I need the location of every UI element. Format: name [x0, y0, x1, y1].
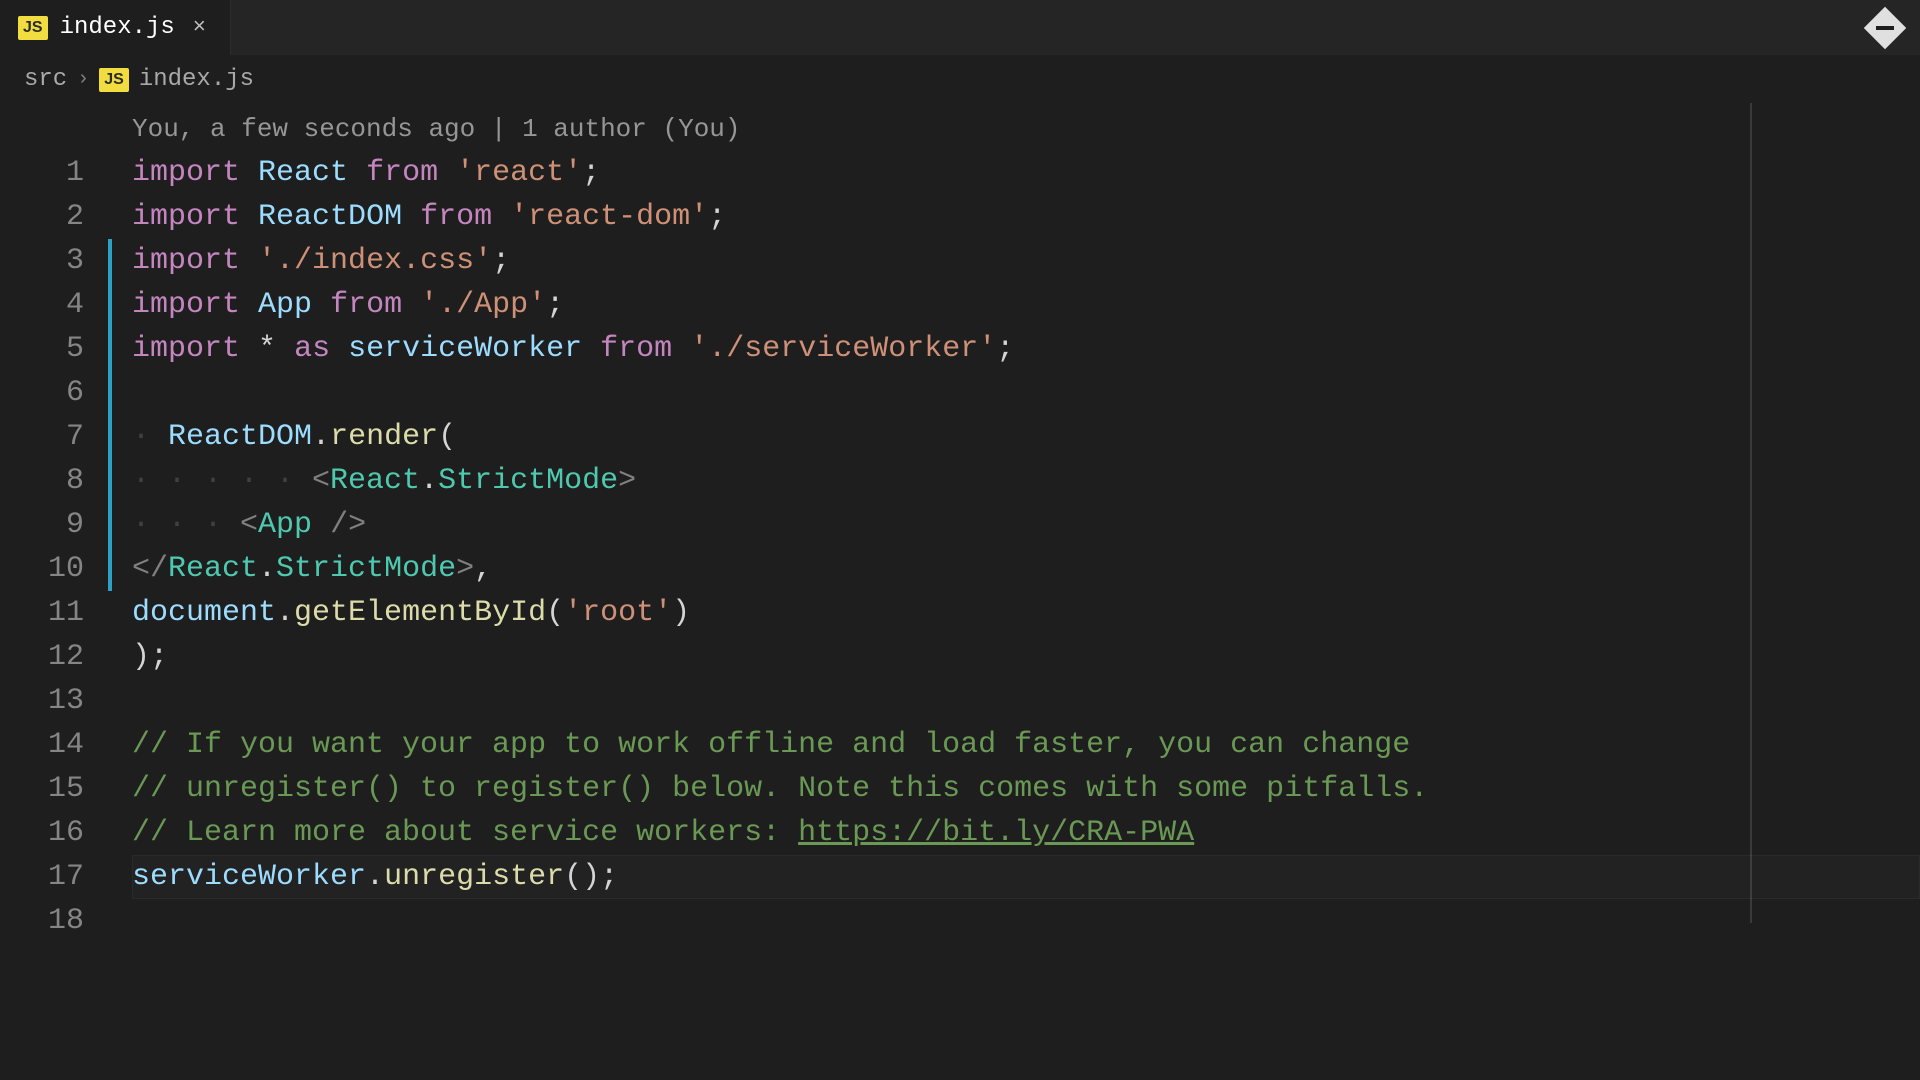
js-icon: JS [18, 16, 48, 40]
source-control-icon[interactable] [1864, 6, 1906, 48]
code-line: </React.StrictMode>, [132, 547, 1920, 591]
js-icon: JS [99, 68, 129, 92]
tab-filename: index.js [60, 14, 175, 41]
code-line [132, 679, 1920, 723]
breadcrumb-file[interactable]: index.js [139, 66, 254, 93]
code-line [132, 899, 1920, 943]
breadcrumb[interactable]: src › JS index.js [0, 56, 1920, 103]
git-codelens[interactable]: You, a few seconds ago | 1 author (You) [132, 107, 1920, 151]
chevron-right-icon: › [77, 68, 89, 91]
code-line: import './index.css'; [132, 239, 1920, 283]
code-line: import App from './App'; [132, 283, 1920, 327]
code-line [132, 371, 1920, 415]
code-line: · · · · · <React.StrictMode> [132, 459, 1920, 503]
line-number-gutter: 1 2 3 4 5 6 7 8 9 10 11 12 13 14 15 16 1… [0, 107, 104, 943]
code-line: · ReactDOM.render( [132, 415, 1920, 459]
code-line: · · · <App /> [132, 503, 1920, 547]
tab-bar: JS index.js × [0, 0, 1920, 56]
code-line: serviceWorker.unregister(); [132, 855, 1920, 899]
code-line: import ReactDOM from 'react-dom'; [132, 195, 1920, 239]
code-content[interactable]: You, a few seconds ago | 1 author (You) … [104, 107, 1920, 943]
tab-index-js[interactable]: JS index.js × [0, 0, 231, 55]
code-editor[interactable]: 1 2 3 4 5 6 7 8 9 10 11 12 13 14 15 16 1… [0, 103, 1920, 943]
code-line: // Learn more about service workers: htt… [132, 811, 1920, 855]
code-line: document.getElementById('root') [132, 591, 1920, 635]
code-line: // If you want your app to work offline … [132, 723, 1920, 767]
code-line: import * as serviceWorker from './servic… [132, 327, 1920, 371]
code-line: // unregister() to register() below. Not… [132, 767, 1920, 811]
code-line: import React from 'react'; [132, 151, 1920, 195]
tab-actions-right [1870, 13, 1920, 43]
code-line: ); [132, 635, 1920, 679]
breadcrumb-folder[interactable]: src [24, 66, 67, 93]
close-icon[interactable]: × [187, 13, 212, 42]
